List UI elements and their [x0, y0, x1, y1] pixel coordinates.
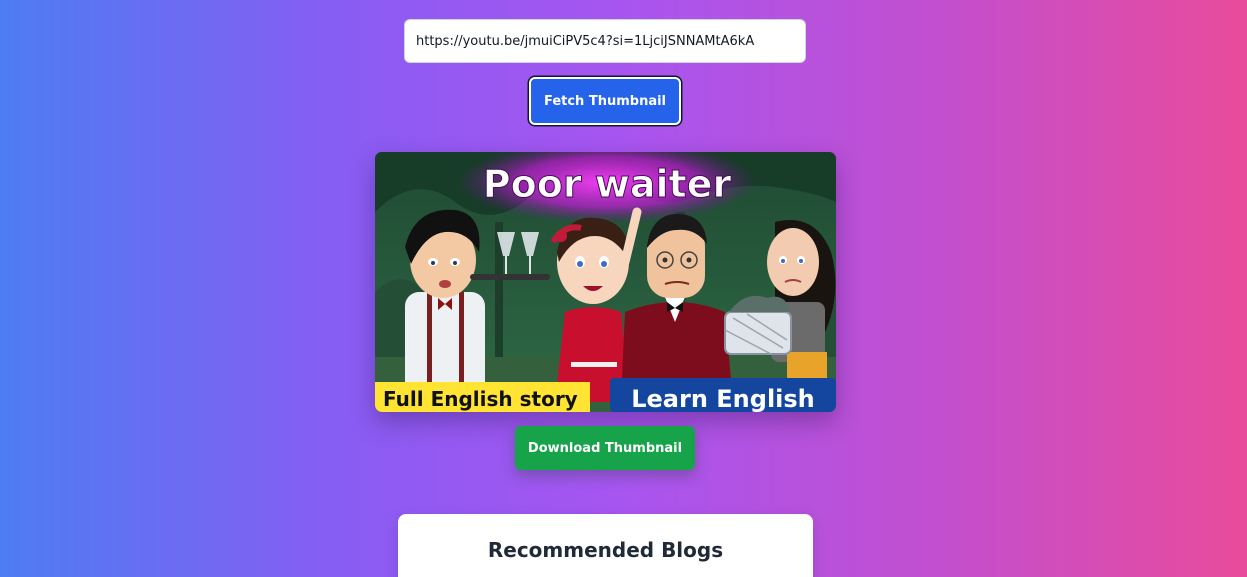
fetch-thumbnail-button[interactable]: Fetch Thumbnail [529, 77, 681, 125]
video-url-input[interactable] [404, 19, 806, 63]
download-thumbnail-button[interactable]: Download Thumbnail [515, 426, 695, 470]
thumbnail-title-text: Poor waiter [483, 162, 732, 206]
thumbnail-right-banner-text: Learn English [631, 385, 815, 412]
recommended-blogs-card: Recommended Blogs [398, 514, 813, 577]
recommended-blogs-heading: Recommended Blogs [487, 538, 724, 562]
thumbnail-left-banner-text: Full English story [383, 387, 578, 411]
thumbnail-preview: Poor waiter Full English story Learn Eng… [375, 152, 836, 412]
